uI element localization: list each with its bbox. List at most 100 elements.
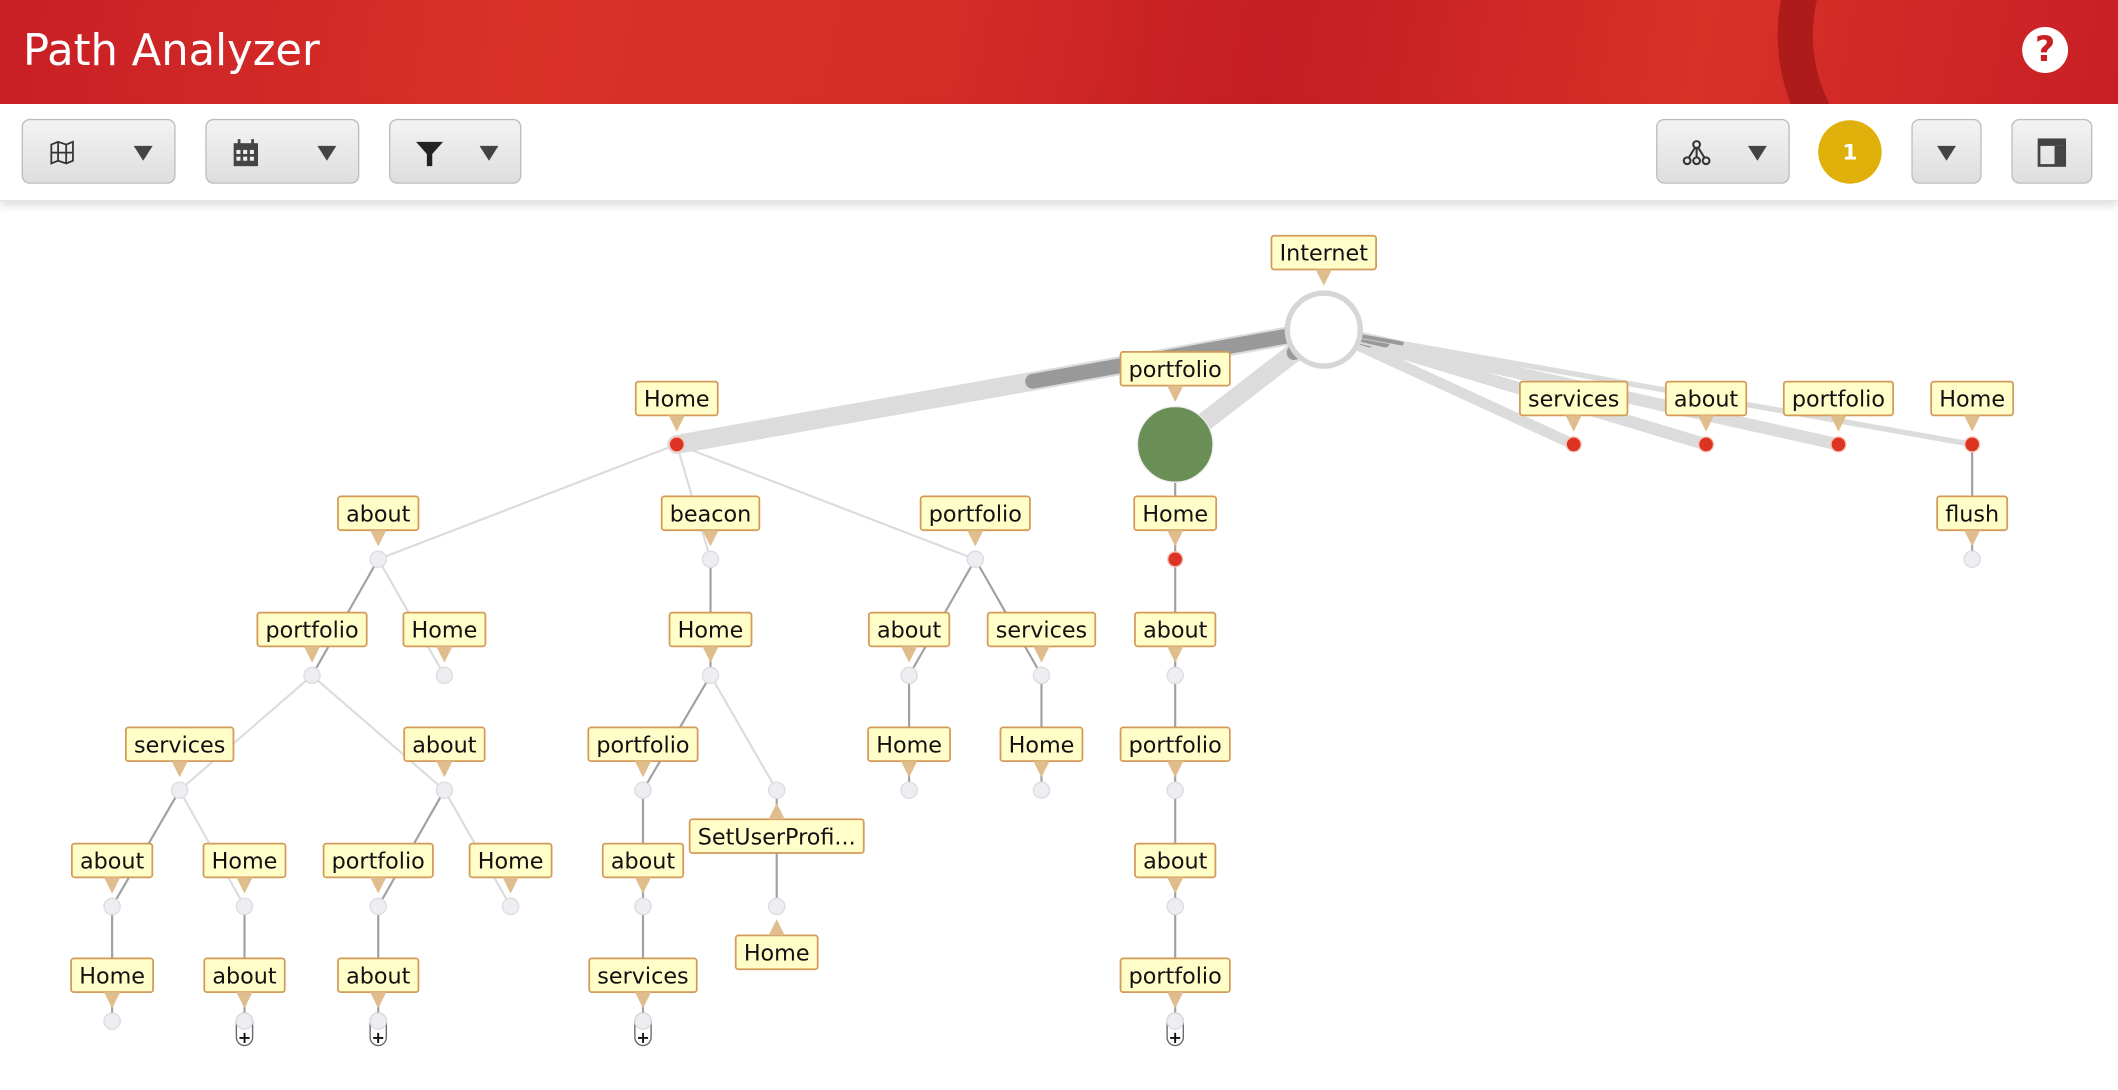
label-pointer [1167,530,1184,547]
svg-text:Home: Home [212,849,278,875]
svg-text:about: about [1143,618,1208,644]
svg-text:portfolio: portfolio [1129,963,1222,989]
path-node[interactable] [435,666,454,685]
path-node[interactable] [1284,290,1363,369]
label-pointer [1167,992,1184,1009]
path-node[interactable] [501,897,520,916]
label-pointer [303,646,321,663]
node-label[interactable]: Home [634,380,719,432]
node-label[interactable]: Home [70,957,154,1009]
path-node[interactable] [303,666,321,685]
node-label[interactable]: about [403,726,486,778]
node-label[interactable]: SetUserProfi... [688,803,865,854]
node-label[interactable]: Home [1133,495,1218,547]
node-label[interactable]: about [867,611,951,663]
path-node[interactable] [103,1012,121,1030]
path-node[interactable] [1167,551,1184,568]
path-node[interactable] [634,897,652,916]
node-label[interactable]: Home [1930,380,2015,432]
node-label[interactable]: about [337,495,420,547]
node-label[interactable]: portfolio [1119,957,1231,1009]
node-label[interactable]: Home [999,726,1084,778]
node-label[interactable]: Home [668,611,753,663]
label-pointer [702,646,719,663]
label-pointer [668,415,685,432]
svg-text:Home: Home [412,618,478,644]
path-node[interactable] [435,781,454,799]
svg-text:about: about [611,849,676,875]
path-node[interactable] [900,666,918,685]
path-node[interactable] [235,1012,254,1030]
path-node[interactable] [1166,897,1184,916]
path-node[interactable] [1964,436,1981,453]
path-node[interactable] [369,1012,388,1030]
node-label[interactable]: about [337,957,420,1009]
node-label[interactable]: services [986,611,1097,663]
path-node[interactable] [668,436,685,453]
path-node[interactable] [1166,1012,1184,1030]
node-label[interactable]: about [71,842,154,894]
path-node[interactable] [235,897,254,916]
path-edge [709,674,778,792]
node-label[interactable]: about [1134,611,1217,663]
path-node[interactable] [966,550,985,569]
node-label[interactable]: portfolio [256,611,368,663]
label-pointer [634,877,652,894]
path-node[interactable] [701,666,720,685]
node-label[interactable]: flush [1936,495,2009,547]
svg-text:about: about [80,849,145,875]
label-pointer [436,646,453,663]
path-node[interactable] [900,781,918,799]
node-label[interactable]: portfolio [1782,380,1894,432]
path-node[interactable] [1830,436,1847,453]
path-node[interactable] [170,781,189,799]
node-label[interactable]: Internet [1270,234,1377,286]
path-node[interactable] [1166,781,1184,799]
svg-text:Home: Home [876,732,942,758]
path-node[interactable] [369,897,388,916]
node-label[interactable]: about [601,842,685,894]
path-node[interactable] [1963,550,1981,569]
svg-text:Home: Home [1009,732,1075,758]
label-pointer [768,803,785,820]
path-node[interactable] [767,781,786,799]
path-node[interactable] [369,550,388,569]
path-node[interactable] [1565,436,1582,453]
node-label[interactable]: portfolio [587,726,699,778]
node-label[interactable]: Home [468,842,553,894]
node-label[interactable]: services [124,726,235,778]
plus-icon: + [1168,1028,1182,1047]
node-label[interactable]: Home [867,726,951,778]
node-label[interactable]: about [1134,842,1217,894]
path-node[interactable] [1032,781,1051,799]
path-node[interactable] [1697,436,1715,453]
node-label[interactable]: services [588,957,698,1009]
svg-text:portfolio: portfolio [1792,387,1885,413]
plus-icon: + [371,1028,385,1047]
path-node[interactable] [1166,666,1184,685]
node-label[interactable]: portfolio [1119,351,1231,402]
path-node[interactable] [1032,666,1051,685]
svg-text:services: services [597,963,688,989]
label-pointer [900,761,918,778]
label-pointer [1565,415,1582,432]
label-pointer [1167,646,1184,663]
label-pointer [1964,415,1981,432]
path-node[interactable] [634,781,652,799]
path-node[interactable] [634,1012,652,1030]
node-label[interactable]: Home [734,919,819,971]
path-node[interactable] [701,550,720,569]
path-node[interactable] [1136,405,1214,483]
node-label[interactable]: beacon [660,495,761,547]
path-node[interactable] [103,897,121,916]
node-label[interactable]: portfolio [322,842,434,894]
node-label[interactable]: about [203,957,286,1009]
svg-text:about: about [346,963,411,989]
node-label[interactable]: Home [402,611,487,663]
path-node[interactable] [767,897,786,916]
svg-text:about: about [1674,387,1739,413]
node-label[interactable]: portfolio [1119,726,1231,778]
node-label[interactable]: portfolio [919,495,1031,547]
label-pointer [171,761,188,778]
node-label[interactable]: Home [202,842,287,894]
